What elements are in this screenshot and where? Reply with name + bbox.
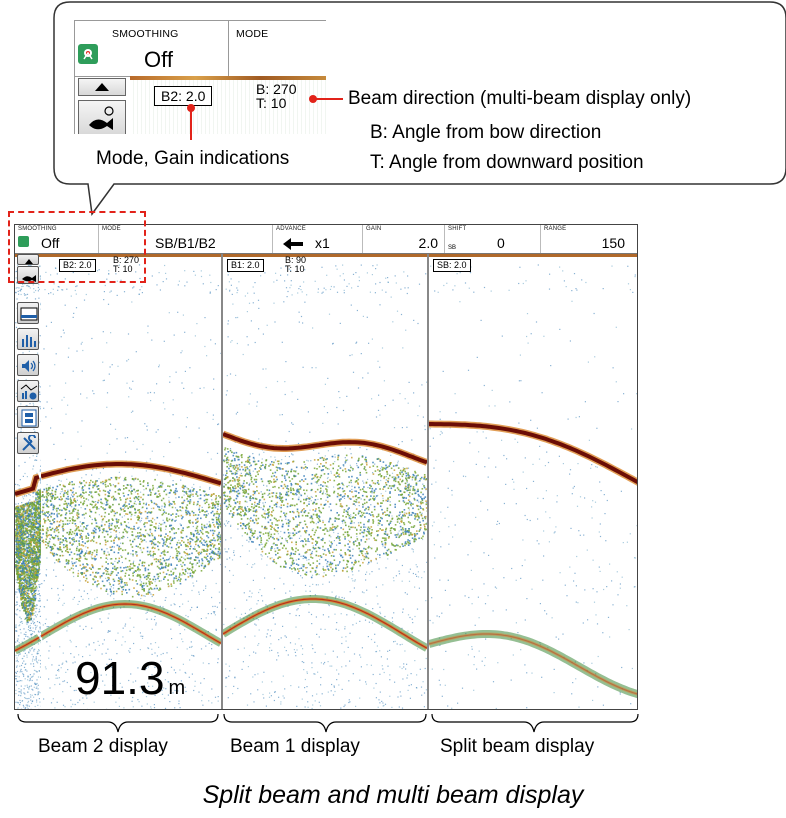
sidebar [15,254,41,484]
pointer-lines [187,95,343,140]
chart-button[interactable] [17,380,39,402]
echogram [223,254,427,709]
tools-button[interactable] [17,432,39,454]
speaker-button[interactable] [17,354,39,376]
split-beam-display [429,254,637,709]
gain-indication-b1: B1: 2.0 [227,259,264,272]
beam2-display [41,254,221,709]
label-split-beam: Split beam display [440,736,595,757]
bottom-icon [20,307,38,321]
shift-sub-label: SB [448,245,457,251]
figure-caption: Split beam and multi beam display [202,781,584,809]
bottom-button[interactable] [17,302,39,324]
gain-indication-sb: SB: 2.0 [433,259,471,272]
callout: SMOOTHING Off MODE B2: 2.0 B: 270 T: 10 … [0,0,786,220]
shift-cell[interactable]: SHIFT SB 0 [445,225,541,253]
braces [17,713,639,733]
speaker-icon [22,360,36,372]
annotation-beam-direction: Beam direction (multi-beam display only) [348,88,692,109]
shift-value: 0 [497,235,505,251]
annotation-b: B: Angle from bow direction [370,122,602,143]
advance-label: ADVANCE [276,226,306,232]
annotation-mode-gain: Mode, Gain indications [96,148,290,169]
label-beam1: Beam 1 display [230,736,360,757]
film-button[interactable] [17,406,39,428]
arrow-left-icon [283,238,303,250]
advance-value: x1 [315,235,330,251]
beam-direction-b1: B: 90 T: 10 [285,255,307,274]
depth-value: 91.3 [75,652,165,704]
chart-icon [20,384,38,400]
echogram [429,254,637,709]
range-value: 150 [601,235,625,251]
mode-value: SB/B1/B2 [155,235,216,251]
gain-label: GAIN [366,226,382,232]
gain-value: 2.0 [418,235,438,251]
advance-cell[interactable]: ADVANCE x1 [273,225,363,253]
depth-unit: m [168,677,186,699]
annotation-t: T: Angle from downward position [370,152,644,173]
echogram [41,254,221,709]
range-label: RANGE [544,226,567,232]
echo-sounder-screen: SMOOTHING Off MODE SB/B1/B2 ADVANCE x1 G… [14,224,638,710]
film-icon [21,409,37,427]
gain-cell[interactable]: GAIN 2.0 [363,225,445,253]
label-beam2: Beam 2 display [38,736,168,757]
tools-icon [22,435,36,451]
shift-label: SHIFT [448,226,467,232]
highlight-box [8,211,146,283]
bar-graph-icon [22,335,36,347]
bar-graph-button[interactable] [17,328,39,350]
range-cell[interactable]: RANGE 150 [541,225,637,253]
depth-readout: 91.3 m [75,651,185,705]
beam1-display [223,254,427,709]
